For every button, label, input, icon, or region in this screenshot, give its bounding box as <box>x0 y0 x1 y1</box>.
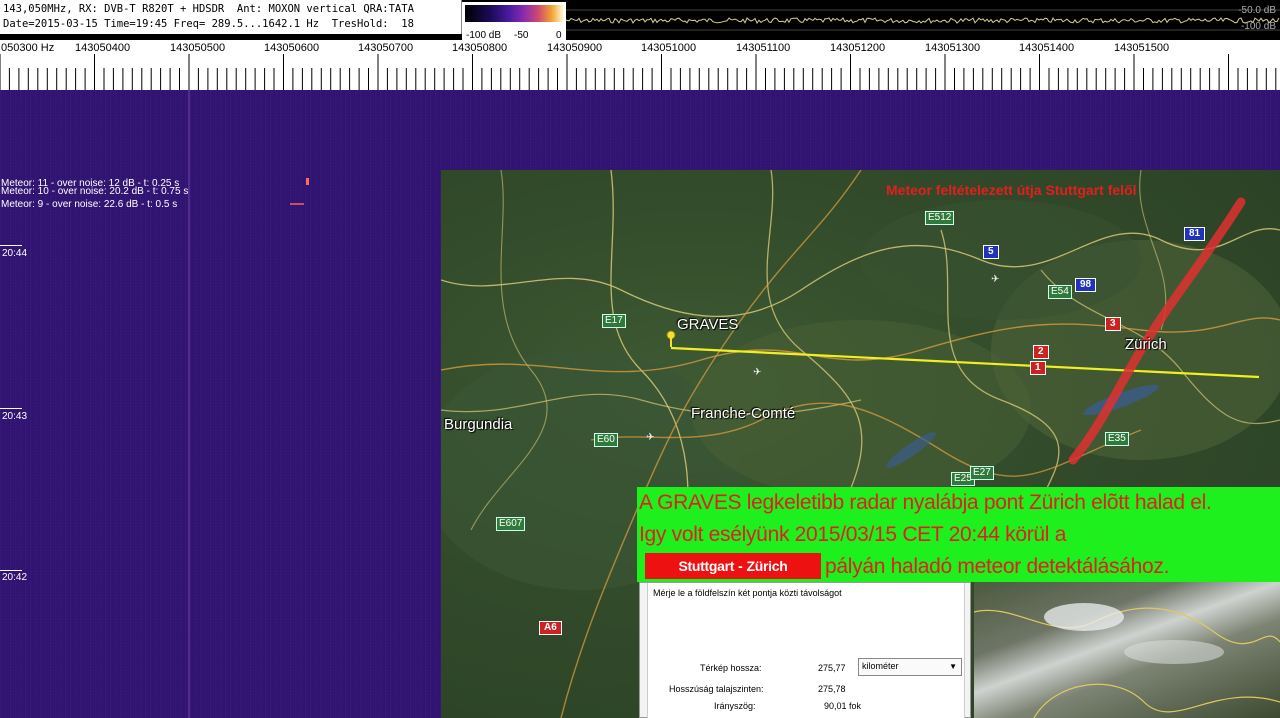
spectrum-trace <box>565 9 1280 31</box>
chevron-down-icon: ▼ <box>949 662 957 671</box>
place-label-franche-comte: Franche-Comté <box>691 405 796 422</box>
time-tick <box>0 245 22 246</box>
header-line-1: 143,050MHz, RX: DVB-T R820T + HDSDR Ant:… <box>3 3 414 15</box>
caption-line-3: pályán haladó meteor detektálásához. <box>825 555 1170 578</box>
meteor-label: Meteor: 9 - over noise: 22.6 dB - t: 0.5… <box>1 199 178 210</box>
road-shield-e60: E60 <box>594 433 618 447</box>
place-label-burgundia: Burgundia <box>444 416 513 433</box>
measure-dialog-body: Mérje le a földfelszín két pontja közti … <box>647 583 965 718</box>
freq-label: 143050900 <box>547 42 603 54</box>
caption-line-2: Igy volt esélyünk 2015/03/15 CET 20:44 k… <box>639 523 1067 546</box>
route-from: Stuttgart <box>678 558 735 574</box>
road-shield-e607: E607 <box>496 517 526 531</box>
route-badge: Stuttgart - Zürich <box>645 553 821 579</box>
alps-terrain-image <box>974 582 1280 718</box>
time-label: 20:44 <box>2 248 28 259</box>
caption-line-1: A GRAVES legkeletibb radar nyalábja pont… <box>639 491 1212 514</box>
time-tick <box>0 570 22 571</box>
header-line-2: Date=2015-03-15 Time=19:45 Freq= 289.5..… <box>3 18 414 30</box>
meteor-ping <box>306 178 309 185</box>
road-shield-3: 3 <box>1105 317 1121 331</box>
waterfall-carrier-line <box>188 90 190 718</box>
freq-label: 143050400 <box>75 42 131 54</box>
route-to: Zürich <box>746 558 788 574</box>
freq-label: 143050800 <box>452 42 508 54</box>
colorbar-gradient <box>465 5 563 22</box>
road-shield-e27: E27 <box>970 466 994 480</box>
svg-text:✈: ✈ <box>991 274 999 285</box>
road-shield-1: 1 <box>1030 361 1046 375</box>
time-tick <box>0 408 22 409</box>
freq-label: 143050700 <box>358 42 414 54</box>
road-shield-5: 5 <box>983 245 999 259</box>
place-label-zurich: Zürich <box>1125 336 1167 353</box>
place-label-graves: GRAVES <box>677 316 739 333</box>
road-shield-2: 2 <box>1033 345 1049 359</box>
freq-label: 143051000 <box>641 42 697 54</box>
unit-select-value: kilométer <box>862 661 899 671</box>
colorbar-legend: -100 dB -50 0 <box>462 2 566 44</box>
dialog-title: Mérje le a földfelszín két pontja közti … <box>653 588 842 598</box>
road-shield-e512: E512 <box>925 211 955 225</box>
route-separator: - <box>738 558 743 574</box>
svg-text:✈: ✈ <box>753 367 761 378</box>
frequency-ruler: 050300 Hz 143050400 143050500 143050600 … <box>0 40 1280 90</box>
freq-label: 143051400 <box>1019 42 1075 54</box>
ground-length-value: 275,78 <box>818 684 846 694</box>
caption-box: A GRAVES legkeletibb radar nyalábja pont… <box>637 487 1280 582</box>
road-shield-98: 98 <box>1075 278 1097 292</box>
freq-label: 143051500 <box>1114 42 1170 54</box>
ground-length-label: Hosszúság talajszinten: <box>669 684 764 694</box>
freq-label: 143051200 <box>830 42 886 54</box>
road-shield-e17: E17 <box>602 314 626 328</box>
meteor-label: Meteor: 10 - over noise: 20.2 dB - t: 0.… <box>1 186 189 197</box>
meteor-ping <box>290 203 304 205</box>
map-overlay: ✈ ✈ ✈ Meteor feltételezett útja Stuttgar… <box>441 170 1280 718</box>
bearing-value: 90,01 fok <box>824 701 862 711</box>
svg-text:✈: ✈ <box>646 432 654 443</box>
ruler-ticks <box>0 54 1277 90</box>
road-shield-81: 81 <box>1184 227 1206 241</box>
time-label: 20:42 <box>2 572 28 583</box>
road-shield-e35: E35 <box>1105 432 1129 446</box>
measure-dialog: Mérje le a földfelszín két pontja közti … <box>639 582 971 718</box>
freq-label: 050300 Hz <box>1 42 55 54</box>
bearing-label: Irányszög: <box>714 701 756 711</box>
unit-select[interactable]: kilométer ▼ <box>858 658 962 676</box>
freq-label: 143051300 <box>925 42 981 54</box>
spectrum-top-label: -50.0 dB <box>1238 5 1276 16</box>
header-info-panel: 143,050MHz, RX: DVB-T R820T + HDSDR Ant:… <box>0 0 462 34</box>
road-shield-e54: E54 <box>1048 285 1072 299</box>
spectrum-display: -50.0 dB -100 dB <box>565 0 1280 40</box>
map-length-label: Térkép hossza: <box>700 663 762 673</box>
time-label: 20:43 <box>2 411 28 422</box>
map-length-value: 275,77 <box>818 663 846 673</box>
freq-label: 143050500 <box>170 42 226 54</box>
freq-label: 143051100 <box>736 42 791 54</box>
road-shield-a6: A6 <box>539 621 562 635</box>
map-title: Meteor feltételezett útja Stuttgart felő… <box>886 182 1137 198</box>
freq-label: 143050600 <box>264 42 320 54</box>
spectrum-bottom-label: -100 dB <box>1240 21 1276 32</box>
